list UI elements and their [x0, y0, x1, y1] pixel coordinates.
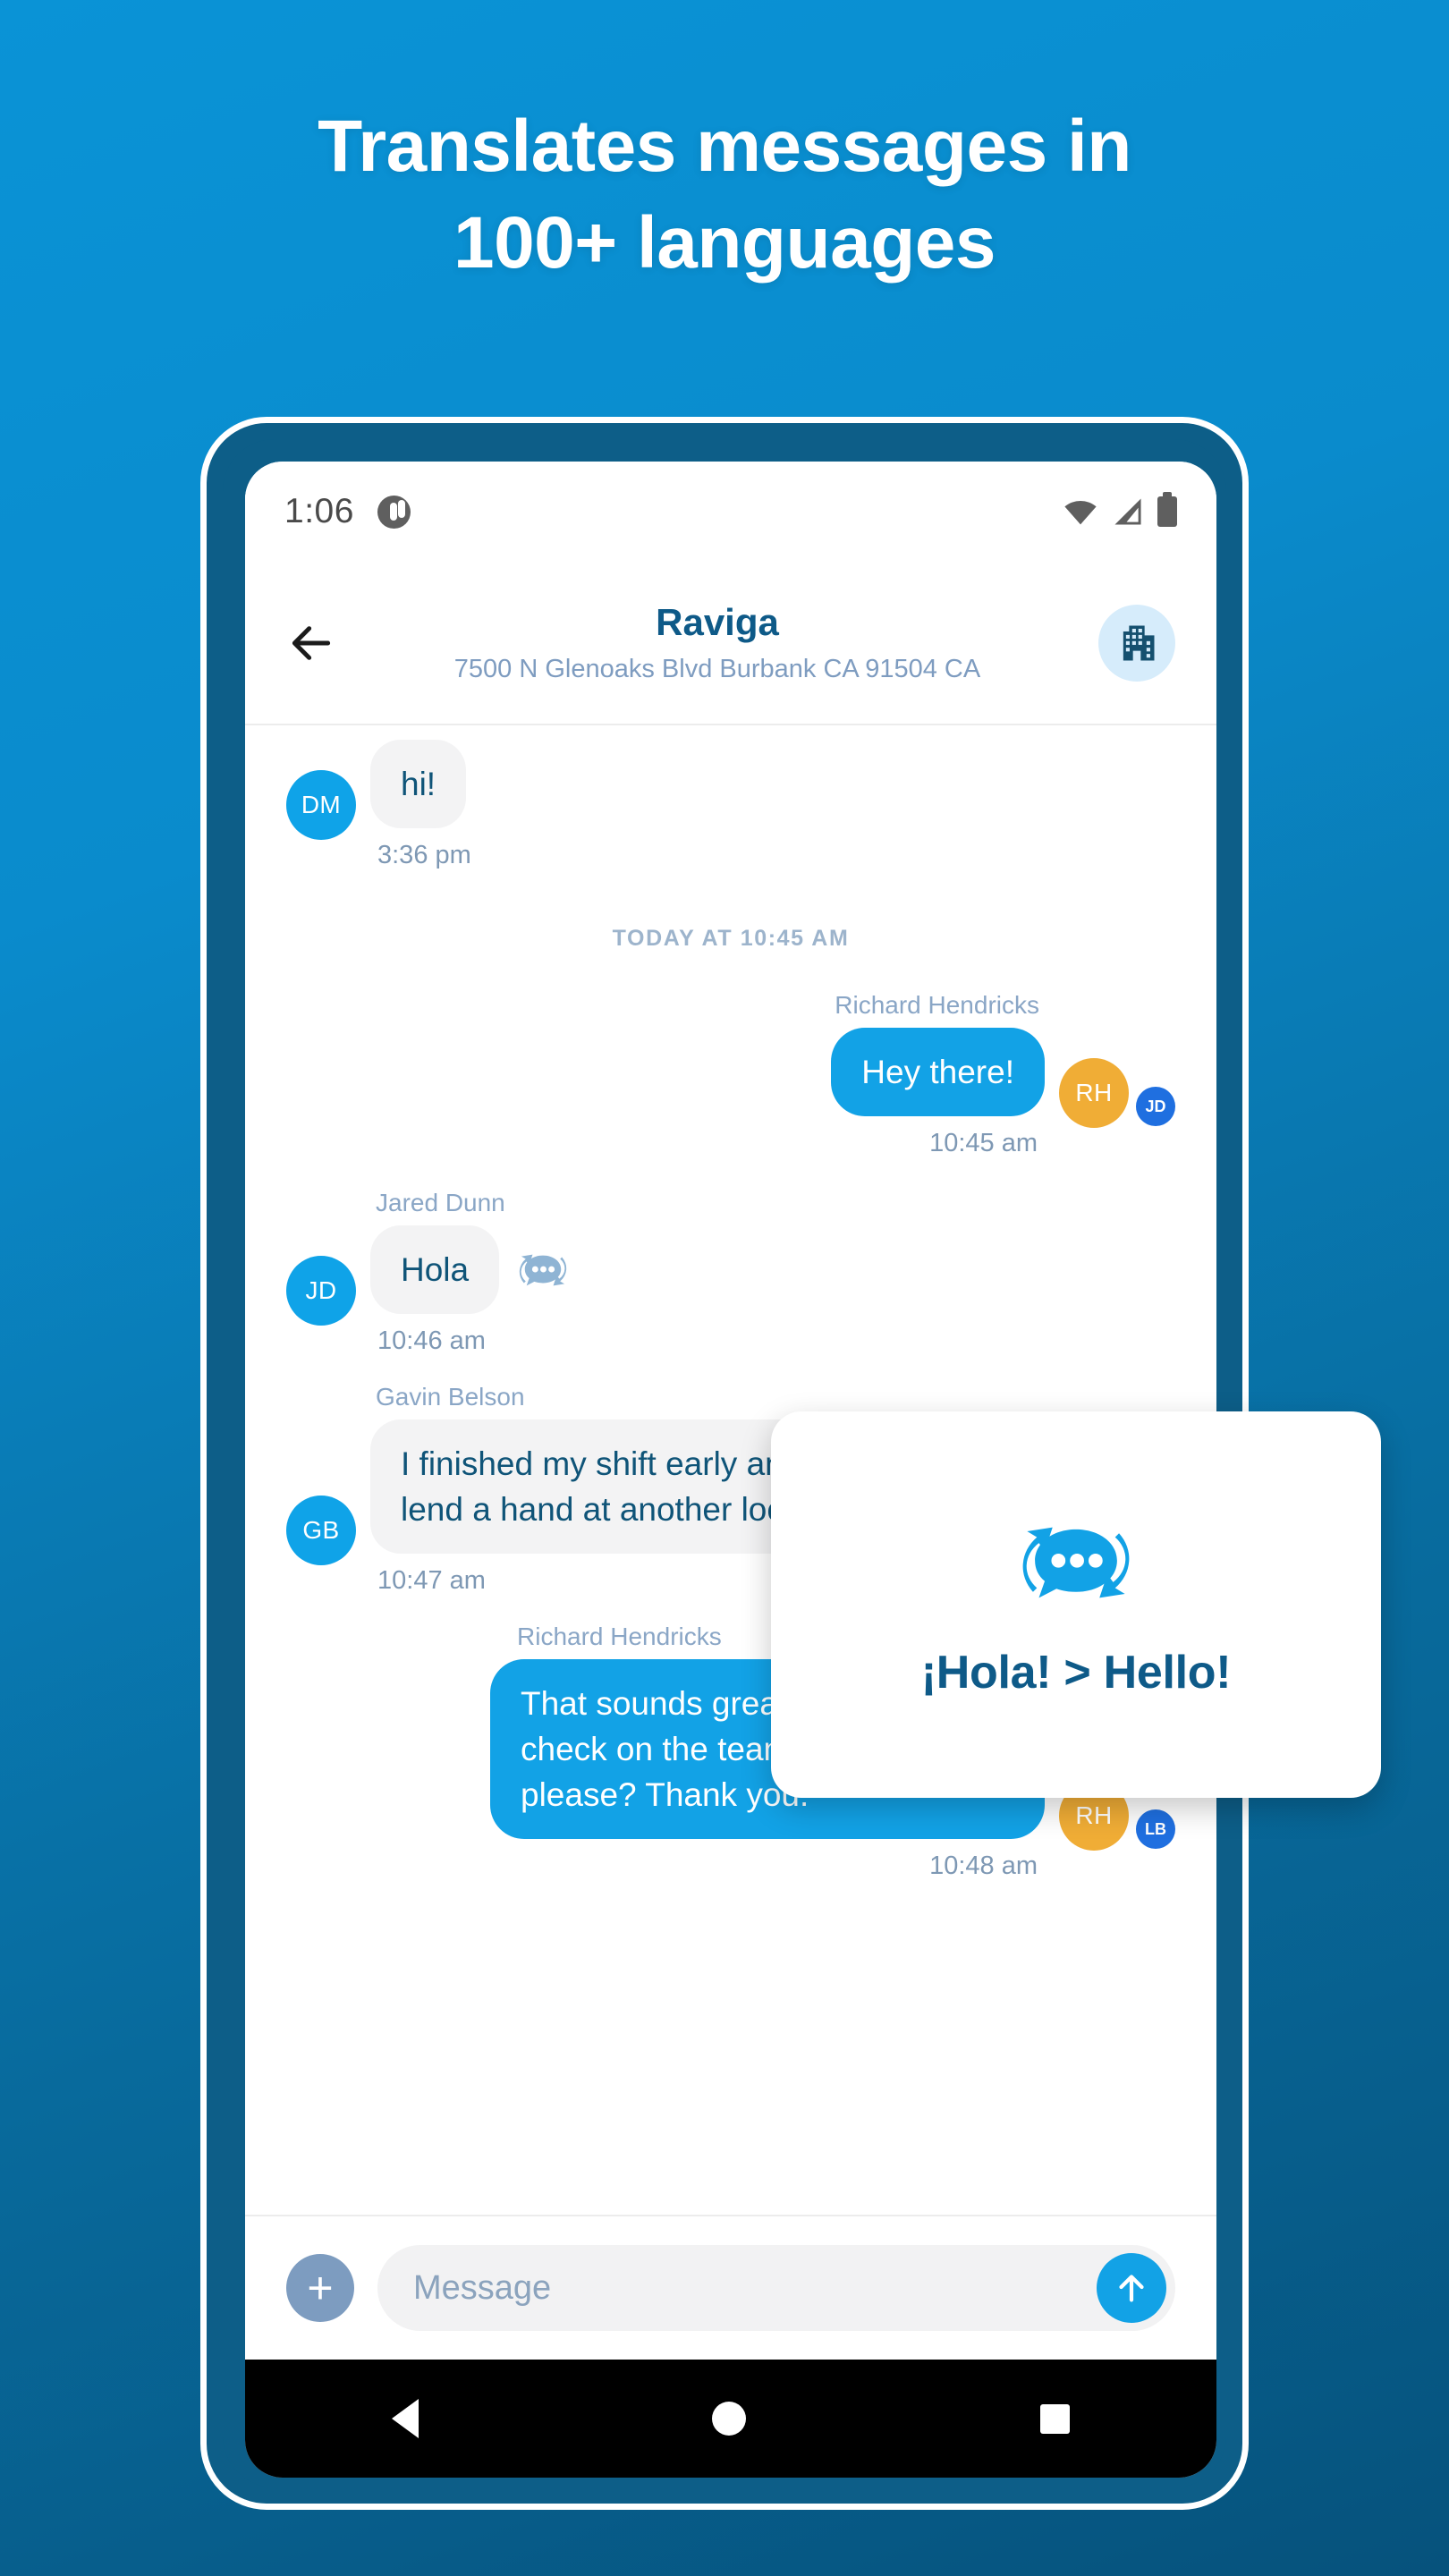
message-composer: + Message [245, 2215, 1216, 2360]
status-bar-indicators [1063, 492, 1177, 527]
bubble-line: Hola [370, 1225, 571, 1315]
message-bubble[interactable]: Hola [370, 1225, 500, 1315]
battery-full-icon [1157, 492, 1177, 527]
message-sender: Jared Dunn [376, 1189, 505, 1217]
message-input-placeholder: Message [413, 2268, 552, 2307]
wifi-icon [1064, 500, 1097, 525]
bubble-line: hi! [370, 740, 467, 829]
send-arrow-up-icon [1119, 2275, 1144, 2302]
read-receipt-badge[interactable]: LB [1136, 1809, 1175, 1850]
translation-callout-text: ¡Hola! > Hello! [920, 1647, 1232, 1699]
chat-header: Raviga 7500 N Glenoaks Blvd Burbank CA 9… [245, 562, 1216, 725]
send-button[interactable] [1097, 2253, 1166, 2323]
message-bubble[interactable]: hi! [370, 740, 467, 829]
message-sender: Richard Hendricks [835, 991, 1039, 1020]
message-row[interactable]: DM hi! 3:36 pm [245, 740, 1216, 870]
message-time: 10:47 am [377, 1566, 486, 1596]
nav-back-triangle-icon[interactable] [392, 2399, 419, 2438]
android-nav-bar [245, 2360, 1216, 2478]
organization-button[interactable] [1098, 604, 1175, 682]
notification-circle-icon [377, 495, 411, 529]
message-row[interactable]: Richard Hendricks Hey there! 10:45 am RH… [245, 991, 1216, 1158]
date-divider: TODAY AT 10:45 AM [612, 926, 850, 952]
message-bubble[interactable]: Hey there! [831, 1028, 1045, 1117]
translate-bubble-icon[interactable] [515, 1247, 571, 1293]
message-row[interactable]: JD Jared Dunn Hola 10:46 am [245, 1189, 1216, 1356]
message-time: 10:46 am [377, 1326, 486, 1356]
nav-home-circle-icon[interactable] [712, 2402, 747, 2436]
office-building-icon [1123, 625, 1155, 660]
message-input[interactable]: Message [377, 2245, 1175, 2331]
chat-header-titles[interactable]: Raviga 7500 N Glenoaks Blvd Burbank CA 9… [336, 600, 1098, 684]
back-arrow-icon[interactable] [286, 618, 336, 668]
status-bar: 1:06 [245, 462, 1216, 562]
message-sender: Richard Hendricks [517, 1623, 722, 1651]
avatar[interactable]: RH [1059, 1058, 1129, 1129]
headline-line-1: Translates messages in [318, 106, 1131, 187]
message-time: 10:45 am [929, 1129, 1038, 1158]
chat-title: Raviga [656, 601, 779, 644]
message-body: hi! 3:36 pm [370, 740, 479, 870]
avatar[interactable]: DM [286, 770, 356, 841]
message-body: Jared Dunn Hola 10:46 am [370, 1189, 571, 1356]
plus-icon[interactable]: + [286, 2254, 354, 2322]
message-time: 10:48 am [929, 1852, 1038, 1881]
headline-line-2: 100+ languages [453, 202, 996, 284]
chat-subtitle-address: 7500 N Glenoaks Blvd Burbank CA 91504 CA [453, 654, 981, 683]
avatar[interactable]: GB [286, 1496, 356, 1566]
message-time: 3:36 pm [377, 841, 471, 870]
page-title: Translates messages in 100+ languages [0, 98, 1449, 292]
nav-recents-square-icon[interactable] [1039, 2403, 1070, 2434]
avatar[interactable]: JD [286, 1256, 356, 1326]
status-bar-time: 1:06 [284, 492, 354, 530]
translate-bubble-icon [1022, 1527, 1130, 1598]
cell-signal-icon [1114, 498, 1141, 525]
message-body: Richard Hendricks Hey there! 10:45 am [829, 991, 1045, 1158]
translation-callout-card: ¡Hola! > Hello! [771, 1411, 1381, 1798]
message-sender: Gavin Belson [376, 1383, 525, 1411]
read-receipt-badge[interactable]: JD [1136, 1087, 1175, 1127]
